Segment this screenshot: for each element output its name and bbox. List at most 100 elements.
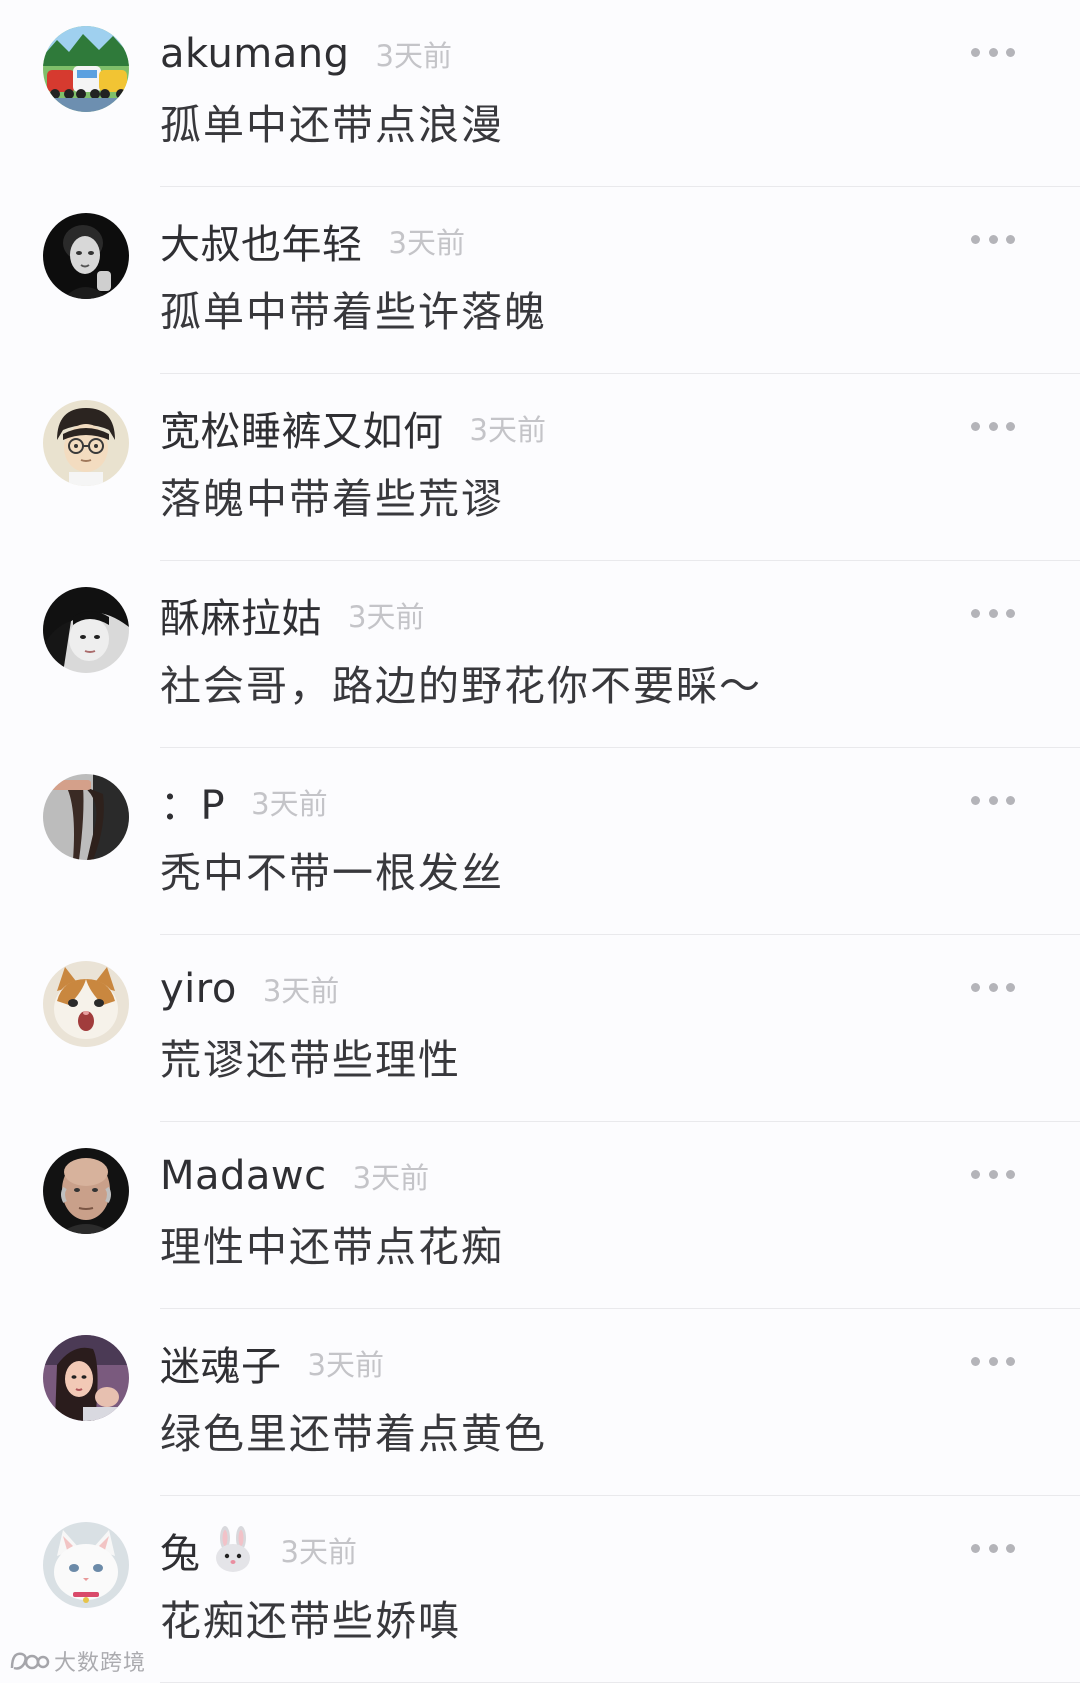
comment-header: 迷魂子 3天前 (160, 1339, 384, 1390)
dot-icon (988, 982, 998, 992)
woman-selfie-avatar (43, 1335, 129, 1421)
timestamp: 3天前 (262, 974, 340, 1008)
username[interactable]: Madawc (160, 1153, 327, 1199)
dot-icon (1006, 421, 1015, 431)
white-cat-avatar (43, 1522, 129, 1608)
dot-icon (971, 608, 980, 618)
comment-text: 孤单中还带点浪漫 (160, 101, 504, 149)
dot-icon (988, 1169, 998, 1179)
dot-icon (971, 1543, 980, 1553)
more-options-button[interactable] (971, 233, 1015, 245)
watermark-text: 大数跨境 (54, 1651, 147, 1676)
dot-icon (988, 421, 998, 431)
dot-icon (971, 1356, 980, 1366)
comment-header: 宽松睡裤又如何 3天前 (160, 404, 546, 455)
comment-item: yiro 3天前 荒谬还带些理性 (0, 935, 1080, 1122)
comment-text: 社会哥，路边的野花你不要睬～ (160, 662, 762, 710)
username[interactable]: yiro (160, 966, 237, 1012)
dashu-logo-icon (10, 1652, 50, 1670)
comment-item: akumang 3天前 孤单中还带点浪漫 (0, 0, 1080, 187)
comment-list: akumang 3天前 孤单中还带点浪漫 大叔也年轻 3天前 孤单中带着些许落魄… (0, 0, 1080, 1683)
dot-icon (971, 982, 980, 992)
more-options-button[interactable] (971, 1355, 1015, 1367)
username[interactable]: ：P (160, 773, 225, 831)
dot-icon (1006, 982, 1015, 992)
avatar[interactable] (43, 1335, 129, 1421)
more-options-button[interactable] (971, 46, 1015, 58)
avatar[interactable] (43, 1522, 129, 1608)
comment-header: 大叔也年轻 3天前 (160, 217, 465, 268)
dot-icon (1006, 47, 1015, 57)
comment-header: ：P 3天前 (160, 778, 328, 829)
comment-item: 酥麻拉姑 3天前 社会哥，路边的野花你不要睬～ (0, 561, 1080, 748)
dot-icon (1006, 234, 1015, 244)
woman-dark-hair-avatar (43, 587, 129, 673)
more-options-button[interactable] (971, 981, 1015, 993)
avatar[interactable] (43, 26, 129, 112)
username[interactable]: 兔 (160, 1521, 201, 1579)
comment-header: 兔 3天前 (160, 1526, 357, 1577)
comment-text: 落魄中带着些荒谬 (160, 475, 504, 523)
avatar[interactable] (43, 1148, 129, 1234)
avatar[interactable] (43, 400, 129, 486)
timestamp: 3天前 (251, 787, 328, 821)
watermark: 大数跨境 (8, 1646, 146, 1676)
dot-icon (1006, 795, 1015, 805)
dot-icon (988, 234, 998, 244)
comment-header: yiro 3天前 (160, 965, 339, 1013)
timestamp: 3天前 (280, 1535, 357, 1569)
timestamp: 3天前 (352, 1161, 430, 1195)
comment-text: 秃中不带一根发丝 (160, 849, 504, 897)
more-options-button[interactable] (971, 794, 1015, 806)
dot-icon (1006, 1356, 1015, 1366)
comment-text: 绿色里还带着点黄色 (160, 1410, 547, 1458)
avatar[interactable] (43, 213, 129, 299)
comment-text: 孤单中带着些许落魄 (160, 288, 547, 336)
username[interactable]: 酥麻拉姑 (160, 586, 322, 644)
timestamp: 3天前 (348, 600, 425, 634)
avatar[interactable] (43, 587, 129, 673)
dot-icon (1006, 1169, 1015, 1179)
comment-text: 花痴还带些娇嗔 (160, 1597, 461, 1645)
avatar[interactable] (43, 961, 129, 1047)
dot-icon (988, 47, 998, 57)
username[interactable]: 宽松睡裤又如何 (160, 399, 444, 457)
dot-icon (971, 1169, 980, 1179)
comment-header: Madawc 3天前 (160, 1152, 429, 1200)
comment-item: Madawc 3天前 理性中还带点花痴 (0, 1122, 1080, 1309)
avatar[interactable] (43, 774, 129, 860)
man-portrait-bw-avatar (43, 213, 129, 299)
comment-item: 宽松睡裤又如何 3天前 落魄中带着些荒谬 (0, 374, 1080, 561)
comment-item: 大叔也年轻 3天前 孤单中带着些许落魄 (0, 187, 1080, 374)
comment-text: 荒谬还带些理性 (160, 1036, 461, 1084)
rabbit-face-emoji-icon (211, 1526, 255, 1574)
comment-text: 理性中还带点花痴 (160, 1223, 504, 1271)
dot-icon (988, 608, 998, 618)
more-options-button[interactable] (971, 607, 1015, 619)
dot-icon (971, 421, 980, 431)
timestamp: 3天前 (469, 413, 546, 447)
username[interactable]: 迷魂子 (160, 1334, 282, 1392)
bald-man-avatar (43, 1148, 129, 1234)
dot-icon (1006, 608, 1015, 618)
username[interactable]: akumang (160, 31, 350, 77)
screaming-cat-avatar (43, 961, 129, 1047)
more-options-button[interactable] (971, 1542, 1015, 1554)
timestamp: 3天前 (307, 1348, 384, 1382)
dot-icon (971, 234, 980, 244)
more-options-button[interactable] (971, 1168, 1015, 1180)
comment-header: 酥麻拉姑 3天前 (160, 591, 425, 642)
dot-icon (988, 1543, 998, 1553)
dot-icon (1006, 1543, 1015, 1553)
comment-header: akumang 3天前 (160, 30, 452, 78)
anime-boy-glasses-avatar (43, 400, 129, 486)
timestamp: 3天前 (388, 226, 465, 260)
more-options-button[interactable] (971, 420, 1015, 432)
dot-icon (971, 795, 980, 805)
comment-item: 兔 3天前 花痴还带些娇嗔 (0, 1496, 1080, 1683)
dot-icon (988, 795, 998, 805)
username[interactable]: 大叔也年轻 (160, 212, 363, 270)
timestamp: 3天前 (375, 39, 452, 73)
dot-icon (971, 47, 980, 57)
comment-item: 迷魂子 3天前 绿色里还带着点黄色 (0, 1309, 1080, 1496)
